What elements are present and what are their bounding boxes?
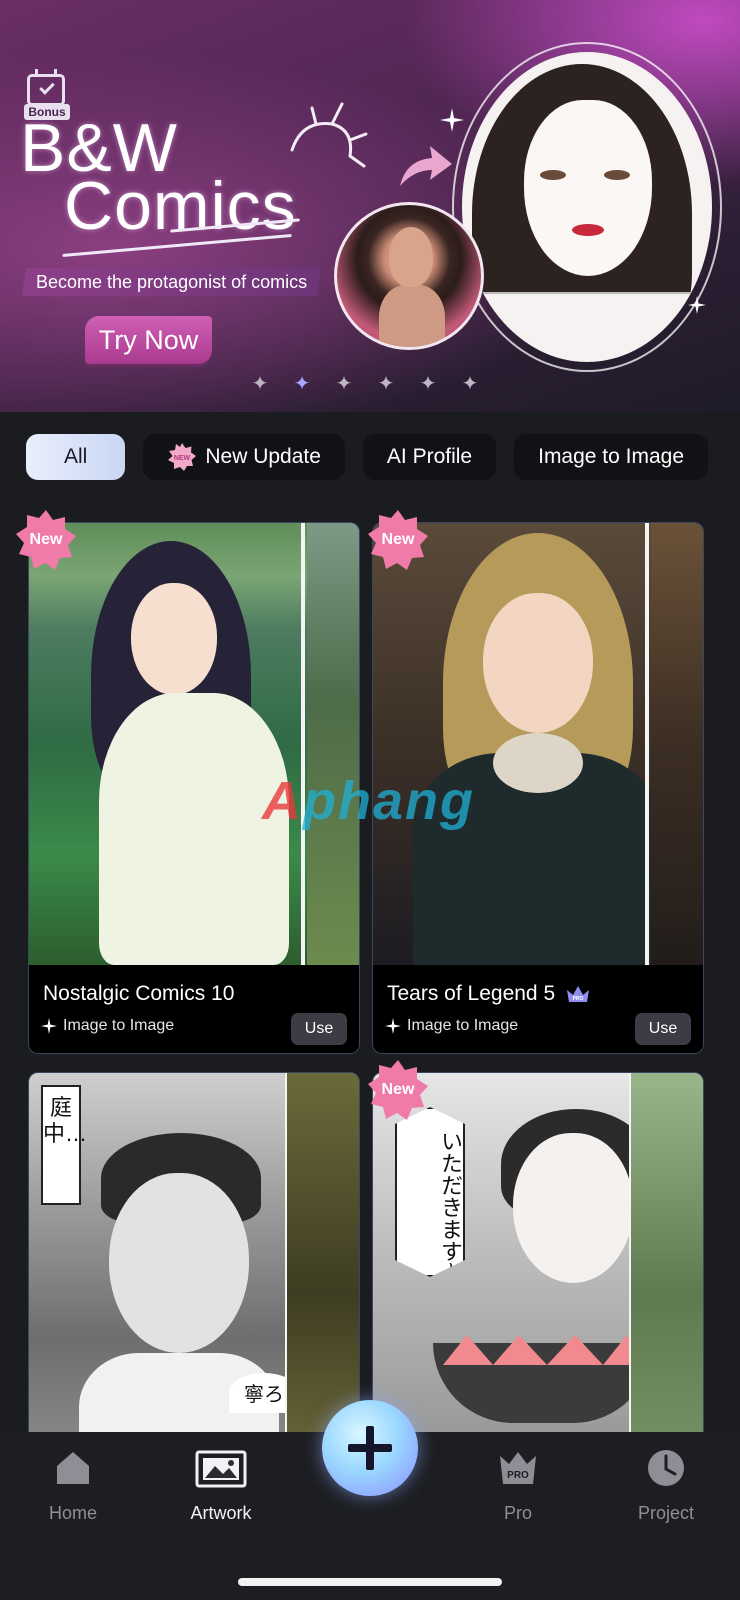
nav-artwork[interactable]: Artwork (166, 1448, 276, 1524)
new-tag-badge: New (366, 1058, 430, 1122)
plus-icon (348, 1444, 392, 1452)
tab-image-to-image[interactable]: Image to Image (514, 434, 709, 480)
svg-text:NEW: NEW (174, 455, 191, 462)
template-type: Image to Image (41, 1017, 174, 1035)
use-button[interactable]: Use (291, 1013, 347, 1045)
comic-portrait-image (462, 52, 712, 362)
nav-project[interactable]: Project (611, 1448, 721, 1524)
new-badge-icon: NEW (167, 442, 197, 472)
home-indicator (238, 1578, 502, 1586)
speech-bubble: 庭中… (41, 1085, 87, 1205)
new-tag-badge: New (14, 508, 78, 572)
pager-dot[interactable]: ✦ (292, 374, 312, 394)
pager-dot[interactable]: ✦ (250, 374, 270, 394)
sparkle-icon (385, 1018, 401, 1034)
template-preview-image (373, 523, 703, 965)
sparkle-icon (41, 1018, 57, 1034)
template-title: Tears of Legend 5 PRO (387, 981, 689, 1007)
category-tabs: All NEW New Update AI Profile Image to I… (26, 434, 709, 480)
burst-decoration-icon (290, 102, 368, 168)
new-tag-badge: New (366, 508, 430, 572)
create-button[interactable] (322, 1400, 418, 1496)
svg-text:PRO: PRO (507, 1470, 529, 1481)
template-type: Image to Image (385, 1017, 518, 1035)
template-preview-image: いただきます~ (373, 1073, 703, 1432)
use-button[interactable]: Use (635, 1013, 691, 1045)
template-card[interactable]: 庭中… 寧ろ (28, 1072, 360, 1432)
home-icon (57, 1452, 89, 1484)
speech-bubble: いただきます~ (395, 1107, 465, 1277)
nav-home[interactable]: Home (18, 1448, 128, 1524)
tab-new-update[interactable]: NEW New Update (143, 434, 345, 480)
sparkle-icon (440, 108, 464, 132)
tab-all[interactable]: All (26, 434, 126, 480)
promo-banner[interactable]: Bonus B&W Comics Become the protagonist … (0, 0, 740, 412)
banner-pager: ✦ ✦ ✦ ✦ ✦ ✦ (250, 374, 480, 394)
artwork-icon (195, 1450, 247, 1488)
pager-dot[interactable]: ✦ (376, 374, 396, 394)
nav-pro[interactable]: PRO Pro (463, 1448, 573, 1524)
arrow-right-icon (400, 146, 452, 186)
template-card[interactable]: いただきます~ (372, 1072, 704, 1432)
pro-crown-icon: PRO (567, 986, 590, 1002)
pager-dot[interactable]: ✦ (334, 374, 354, 394)
template-preview-image (29, 523, 359, 965)
svg-text:PRO: PRO (573, 996, 584, 1002)
pager-dot[interactable]: ✦ (418, 374, 438, 394)
tab-ai-profile[interactable]: AI Profile (362, 434, 497, 480)
pager-dot[interactable]: ✦ (460, 374, 480, 394)
clock-icon (648, 1450, 684, 1486)
watermark-logo: Aphang (262, 771, 475, 831)
banner-tagline: Become the protagonist of comics (22, 268, 322, 296)
template-preview-image: 庭中… 寧ろ (29, 1073, 359, 1432)
try-now-button[interactable]: Try Now (85, 316, 212, 364)
template-title: Nostalgic Comics 10 (43, 982, 235, 1005)
original-photo-image (334, 202, 484, 350)
template-grid: Nostalgic Comics 10 Image to Image Use T… (28, 522, 712, 1432)
pro-crown-icon: PRO (500, 1452, 536, 1484)
